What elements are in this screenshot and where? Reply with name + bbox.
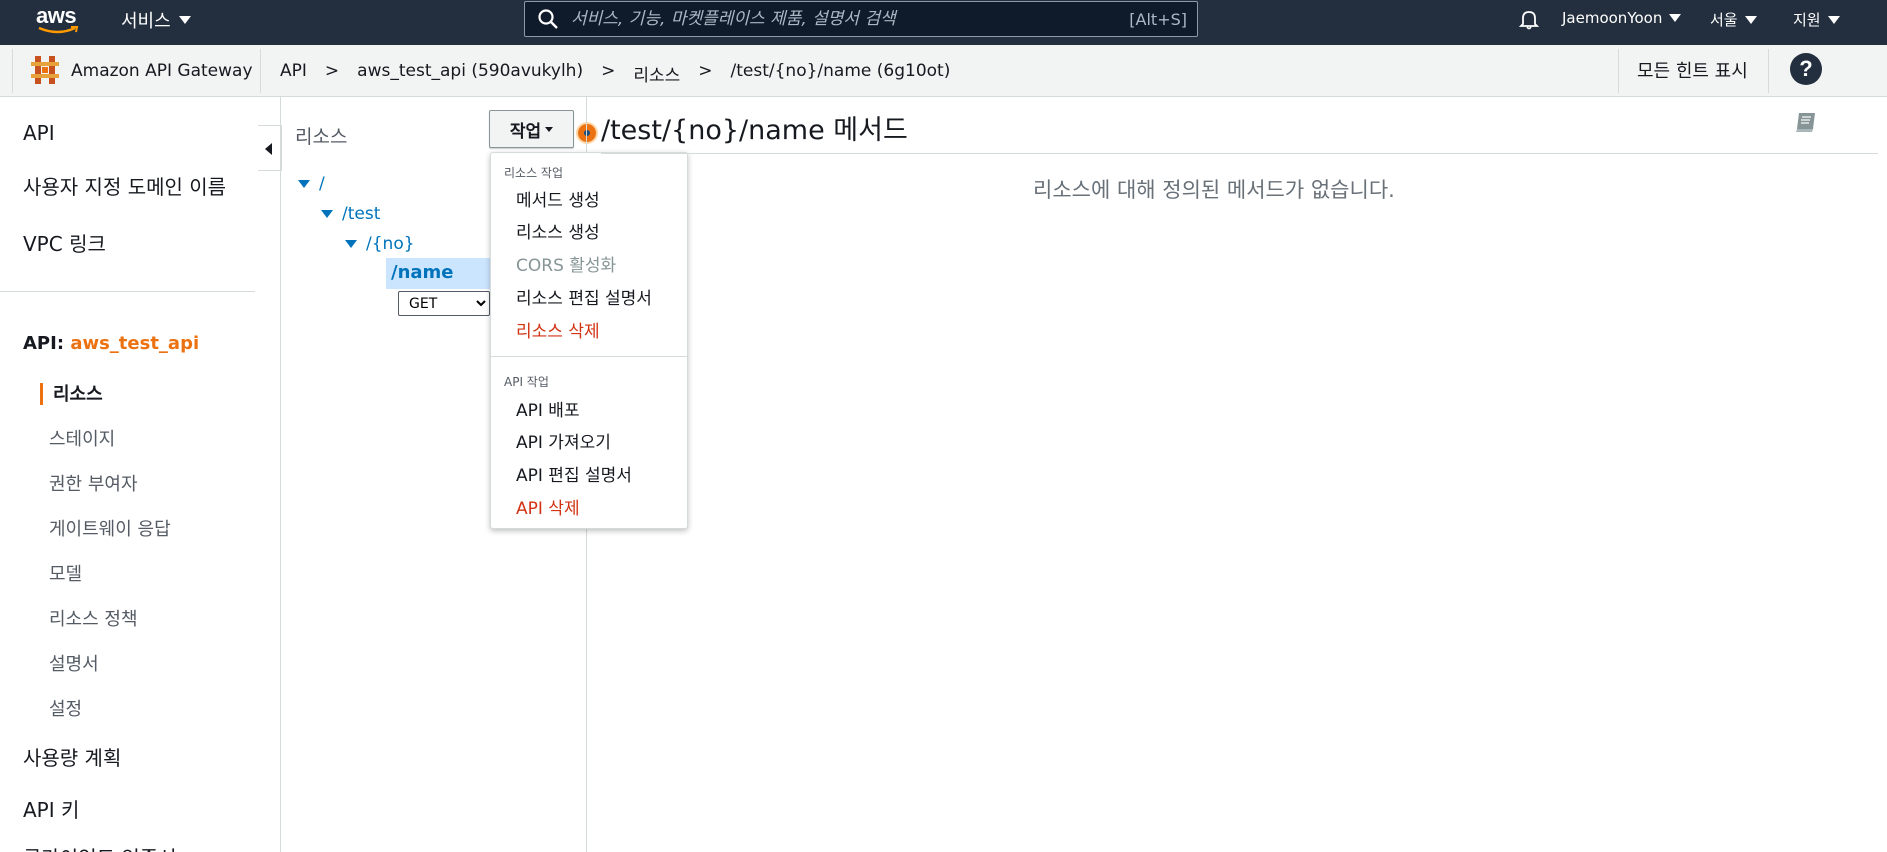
tree-node-no[interactable]: /{no} — [345, 234, 415, 254]
aws-smile-icon — [38, 26, 79, 34]
breadcrumb-separator: > — [324, 61, 340, 81]
sidebar-item-authorizers[interactable]: 권한 부여자 — [49, 470, 138, 496]
documentation-book-icon[interactable] — [1794, 111, 1818, 133]
sidebar-item-models[interactable]: 모델 — [49, 560, 82, 586]
breadcrumb: API > aws_test_api (590avukylh) > 리소스 > … — [280, 61, 950, 86]
resources-panel-title: 리소스 — [295, 126, 348, 148]
menu-item-delete-resource[interactable]: 리소스 삭제 — [516, 317, 600, 342]
divider — [260, 49, 261, 93]
services-menu[interactable]: 서비스 — [121, 7, 191, 33]
breadcrumb-separator: > — [698, 61, 713, 81]
actions-button[interactable]: 작업 — [489, 110, 574, 148]
empty-methods-message: 리소스에 대해 정의된 메서드가 없습니다. — [1033, 178, 1395, 202]
tree-node-label: /test — [342, 204, 381, 224]
sidebar-item-client-certificates[interactable]: 클라이언트 인증서 — [23, 842, 177, 852]
hint-indicator-icon[interactable] — [578, 124, 596, 142]
caret-down-icon — [545, 126, 554, 132]
services-label: 서비스 — [121, 11, 171, 32]
api-gateway-logo-icon — [31, 56, 59, 84]
breadcrumb-api-name[interactable]: aws_test_api (590avukylh) — [357, 61, 583, 86]
divider — [280, 97, 281, 852]
sidebar-item-usage-plans[interactable]: 사용량 계획 — [23, 742, 121, 771]
menu-item-edit-api-docs[interactable]: API 편집 설명서 — [516, 461, 632, 486]
resource-actions-header: 리소스 작업 — [504, 166, 564, 180]
expand-triangle-icon[interactable] — [298, 180, 310, 188]
sidebar-item-api[interactable]: API — [23, 121, 55, 145]
menu-item-edit-resource-docs[interactable]: 리소스 편집 설명서 — [516, 284, 652, 309]
tree-node-label: /{no} — [366, 234, 415, 254]
sidebar-item-stages[interactable]: 스테이지 — [49, 425, 115, 451]
show-all-hints-button[interactable]: 모든 힌트 표시 — [1637, 57, 1748, 83]
caret-down-icon — [178, 16, 191, 24]
sidebar-item-resources[interactable]: 리소스 — [53, 380, 103, 406]
notification-bell-icon[interactable] — [1518, 8, 1540, 30]
service-header-bar: Amazon API Gateway API > aws_test_api (5… — [0, 45, 1887, 97]
active-indicator — [40, 383, 43, 405]
user-label: JaemoonYoon — [1562, 9, 1663, 27]
sidebar-item-settings[interactable]: 설정 — [49, 695, 82, 721]
caret-down-icon — [1669, 14, 1682, 22]
menu-divider — [491, 356, 687, 357]
divider — [1618, 49, 1619, 93]
api-name[interactable]: aws_test_api — [70, 333, 199, 354]
sidebar-item-gateway-responses[interactable]: 게이트웨이 응답 — [49, 515, 171, 541]
search-icon — [538, 9, 558, 29]
method-select[interactable]: GET — [398, 291, 490, 316]
search-shortcut-hint: [Alt+S] — [1129, 9, 1187, 29]
divider — [12, 49, 13, 93]
menu-item-deploy-api[interactable]: API 배포 — [516, 396, 580, 421]
sidebar-divider — [0, 291, 255, 292]
menu-item-import-api[interactable]: API 가져오기 — [516, 428, 611, 453]
region-menu[interactable]: 서울 — [1710, 9, 1757, 30]
breadcrumb-resources[interactable]: 리소스 — [633, 61, 680, 86]
actions-dropdown-menu: 리소스 작업 메서드 생성 리소스 생성 CORS 활성화 리소스 편집 설명서… — [490, 152, 688, 529]
api-prefix: API: — [23, 333, 65, 354]
left-sidebar: API 사용자 지정 도메인 이름 VPC 링크 API: aws_test_a… — [0, 97, 258, 852]
menu-item-delete-api[interactable]: API 삭제 — [516, 494, 580, 519]
sidebar-item-api-keys[interactable]: API 키 — [23, 794, 79, 823]
menu-item-create-resource[interactable]: 리소스 생성 — [516, 218, 600, 243]
actions-button-label: 작업 — [509, 121, 542, 142]
help-icon[interactable]: ? — [1790, 53, 1822, 85]
divider — [601, 153, 1878, 154]
breadcrumb-current-resource: /test/{no}/name (6g10ot) — [730, 61, 951, 81]
region-label: 서울 — [1710, 11, 1738, 29]
sidebar-item-vpc-links[interactable]: VPC 링크 — [23, 228, 106, 257]
page-title: /test/{no}/name 메서드 — [601, 115, 908, 146]
api-actions-header: API 작업 — [504, 375, 549, 389]
expand-triangle-icon[interactable] — [321, 210, 333, 218]
collapse-sidebar-icon[interactable] — [258, 125, 282, 171]
menu-item-create-method[interactable]: 메서드 생성 — [516, 186, 600, 211]
caret-down-icon — [1827, 15, 1840, 24]
sidebar-item-custom-domains[interactable]: 사용자 지정 도메인 이름 — [23, 171, 226, 200]
tree-node-label: / — [319, 174, 325, 194]
sidebar-item-documentation[interactable]: 설명서 — [49, 650, 99, 676]
service-name[interactable]: Amazon API Gateway — [71, 61, 253, 81]
menu-item-enable-cors: CORS 활성화 — [516, 256, 617, 276]
user-menu[interactable]: JaemoonYoon — [1562, 9, 1682, 27]
expand-triangle-icon[interactable] — [345, 240, 357, 248]
support-menu[interactable]: 지원 — [1793, 9, 1840, 30]
top-navigation-bar: aws 서비스 [Alt+S] JaemoonYoon 서울 지원 — [0, 0, 1887, 45]
support-label: 지원 — [1793, 11, 1821, 29]
breadcrumb-api[interactable]: API — [280, 61, 307, 86]
caret-down-icon — [1744, 15, 1757, 24]
breadcrumb-separator: > — [601, 61, 616, 81]
tree-node-name-selected[interactable]: /name — [386, 258, 506, 289]
current-api-label: API: aws_test_api — [23, 333, 199, 354]
tree-node-test[interactable]: /test — [321, 204, 380, 224]
divider — [1768, 49, 1769, 93]
tree-node-root[interactable]: / — [298, 174, 325, 194]
sidebar-item-resource-policy[interactable]: 리소스 정책 — [49, 605, 138, 631]
aws-logo[interactable]: aws — [36, 3, 82, 36]
search-input[interactable] — [571, 9, 1130, 29]
global-search[interactable]: [Alt+S] — [524, 1, 1198, 37]
